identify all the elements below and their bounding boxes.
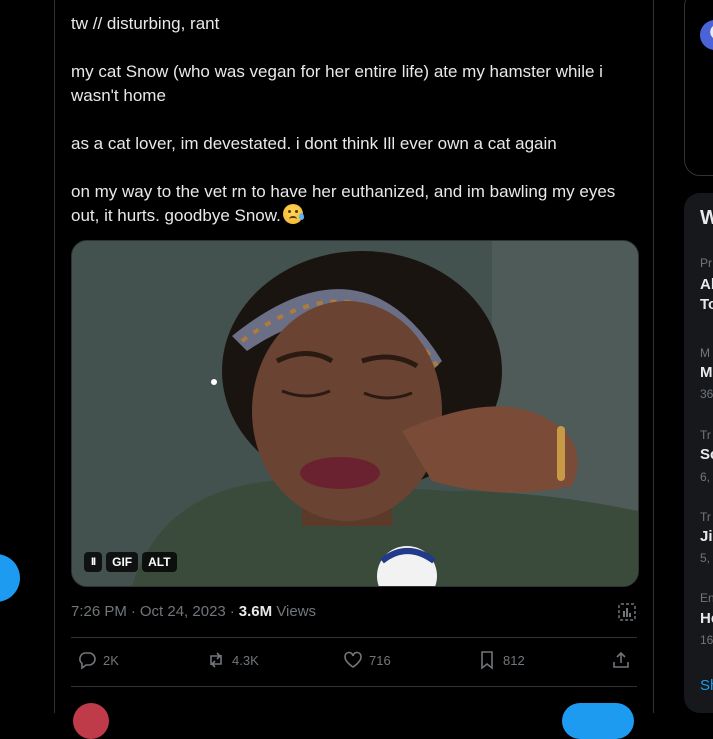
- repost-button[interactable]: 4.3K: [206, 650, 259, 670]
- tweet-date[interactable]: Oct 24, 2023: [140, 603, 226, 620]
- tweet-time[interactable]: 7:26 PM: [71, 603, 127, 620]
- reply-button[interactable]: 2K: [77, 650, 119, 670]
- separator-dot: ·: [130, 603, 136, 620]
- trend-category: M: [700, 346, 710, 360]
- gif-badge: GIF: [106, 552, 139, 572]
- tweet-media-gif[interactable]: II GIF ALT: [71, 240, 639, 587]
- trends-heading: W: [700, 207, 713, 229]
- tweet-actions: 2K 4.3K 716 812: [71, 650, 637, 674]
- trend-category: Tr: [700, 510, 711, 524]
- repost-icon: [210, 652, 222, 668]
- show-more-link[interactable]: Sh: [700, 677, 713, 694]
- bookmark-icon: [481, 651, 493, 670]
- repost-count: 4.3K: [232, 652, 259, 668]
- separator-dot: ·: [229, 603, 235, 620]
- trend-title[interactable]: Jir: [700, 528, 713, 545]
- trend-category: En: [700, 591, 713, 605]
- heart-icon: [344, 651, 362, 668]
- tweet-meta: 7:26 PM · Oct 24, 2023 · 3.6M Views: [71, 603, 316, 620]
- tweet-line: as a cat lover, im devestated. i dont th…: [71, 134, 557, 153]
- meta-divider: [71, 637, 637, 638]
- tweet-line: my cat Snow (who was vegan for her entir…: [71, 62, 608, 105]
- crying-face-icon: [282, 204, 304, 224]
- reply-submit-button[interactable]: [562, 703, 634, 739]
- like-button[interactable]: 716: [343, 650, 391, 670]
- views-label: Views: [276, 603, 317, 620]
- tweet-line-text: on my way to the vet rn to have her euth…: [71, 182, 621, 225]
- analytics-icon[interactable]: [617, 602, 637, 622]
- trend-count: 36: [700, 387, 713, 401]
- trend-title-line2[interactable]: To: [700, 296, 713, 313]
- trend-count: 6,: [700, 470, 711, 484]
- tweet-text: tw // disturbing, rant my cat Snow (who …: [71, 12, 641, 252]
- tweet-line-last: on my way to the vet rn to have her euth…: [71, 180, 641, 228]
- trend-title[interactable]: M: [700, 364, 713, 381]
- trend-count: 5,: [700, 551, 711, 565]
- bookmark-count: 812: [503, 652, 525, 668]
- views-count: 3.6M: [238, 603, 273, 620]
- timeline-right-border: [653, 0, 654, 713]
- share-button[interactable]: [611, 650, 631, 670]
- media-badges: II GIF ALT: [84, 552, 177, 572]
- reply-icon: [79, 652, 96, 670]
- trend-category: Pr: [700, 256, 712, 270]
- gif-pause-button[interactable]: II: [84, 552, 103, 572]
- bookmark-button[interactable]: 812: [477, 650, 525, 670]
- actions-divider: [71, 686, 637, 687]
- trend-category: Tr: [700, 428, 711, 442]
- trend-title[interactable]: Sc: [700, 446, 713, 463]
- trend-count: 16: [700, 633, 713, 647]
- trend-title[interactable]: Al: [700, 276, 713, 293]
- alt-text-button[interactable]: ALT: [142, 552, 177, 572]
- share-icon: [613, 651, 629, 668]
- compose-post-button[interactable]: [0, 554, 20, 602]
- like-count: 716: [369, 652, 391, 668]
- tweet-line: tw // disturbing, rant: [71, 14, 220, 33]
- gif-frame-image: [72, 241, 638, 586]
- timeline-left-border: [54, 0, 55, 713]
- trend-title[interactable]: He: [700, 610, 713, 627]
- avatar[interactable]: [73, 703, 109, 739]
- reply-count: 2K: [103, 652, 119, 668]
